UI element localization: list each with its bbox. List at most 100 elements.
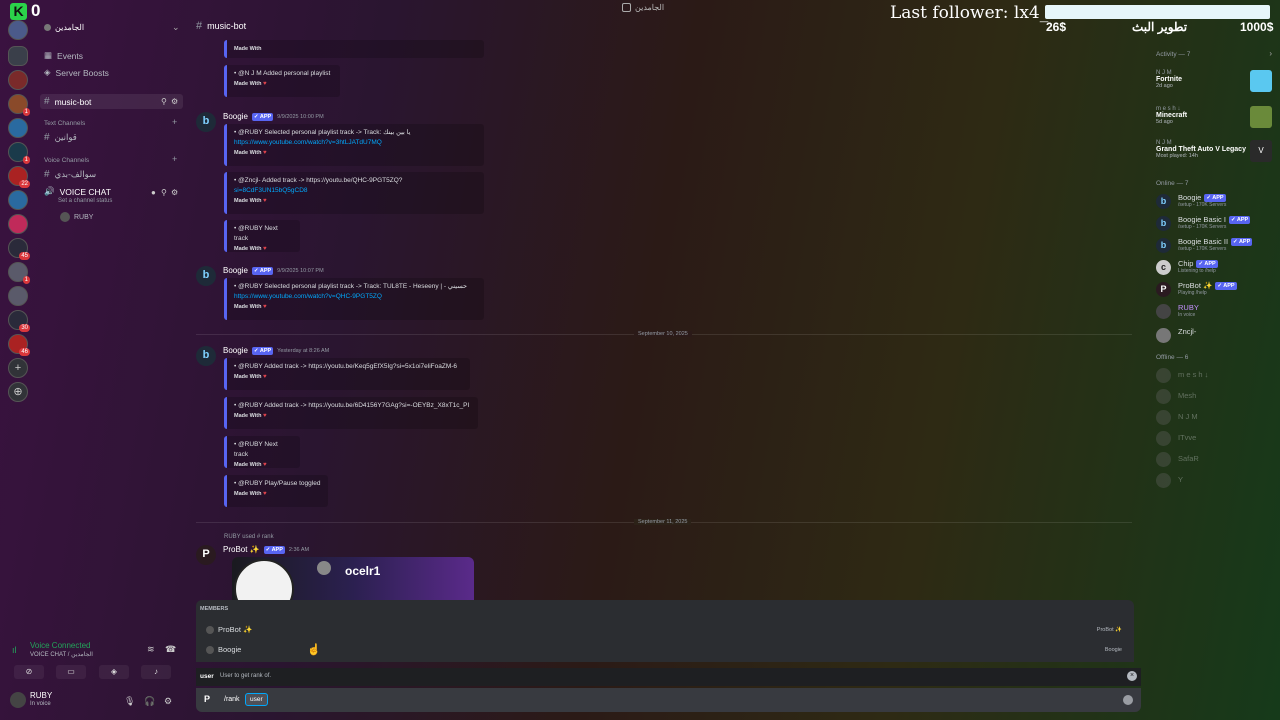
channel-status[interactable]: Set a channel status [58,198,112,204]
member-row[interactable]: b Boogie Basic II ✓ APP/setup - 170K Serve… [1156,236,1276,254]
channel-chat[interactable]: # سوالف-بدي [44,169,96,180]
server-boosts-link[interactable]: ◈ Server Boosts [44,67,109,78]
member-row[interactable]: Mesh [1156,387,1276,405]
youtube-link[interactable]: https://www.youtube.com/watch?v=QHC-9PGT… [234,292,477,302]
soundboard-button[interactable]: ♪ [141,665,171,679]
hash-icon: # [44,132,50,143]
avatar [1156,328,1171,343]
avatar-probot[interactable]: P [196,545,216,565]
member-row[interactable]: Zncjl- [1156,326,1276,344]
guild-icon [44,24,51,31]
youtube-link[interactable]: si=8CdF3UN15bQ5gCD8 [234,186,477,196]
author-name[interactable]: ProBot ✨ [223,545,260,554]
server-icon-star[interactable] [8,46,28,66]
member-row[interactable]: SafaR [1156,450,1276,468]
chat-bubble-icon[interactable]: ● [151,188,156,197]
activity-button[interactable]: ◈ [99,665,129,679]
avatar-boogie[interactable]: b [196,266,216,286]
member-row[interactable]: b Boogie ✓ APP/setup - 170K Servers [1156,192,1276,210]
server-icon[interactable] [8,190,28,210]
server-icon[interactable] [8,70,28,90]
option-chip[interactable]: user [245,693,268,706]
server-icon[interactable]: 1 [8,142,30,164]
activity-title: Activity — 7 [1156,51,1191,58]
add-channel-icon[interactable]: + [172,117,177,127]
add-server-icon[interactable]: + [8,358,28,378]
category-voice-channels[interactable]: Voice Channels [44,157,89,164]
add-channel-icon[interactable]: + [172,154,177,164]
server-icon[interactable]: 46 [8,334,30,356]
message-composer[interactable]: P /rank user [196,688,1141,712]
hash-icon: # [44,169,50,180]
voice-channel-voice-chat[interactable]: 🔊 VOICE CHAT [44,186,111,197]
activity-card[interactable]: N J M Grand Theft Auto V Legacy Most pla… [1156,140,1274,162]
user-name[interactable]: RUBY [30,691,52,700]
noise-suppression-icon[interactable]: ≋ [147,644,155,655]
author-name[interactable]: Boogie [223,346,248,355]
add-member-icon[interactable]: ⚲ [161,188,167,197]
server-icon[interactable] [8,20,28,40]
discover-icon[interactable]: ⊕ [8,382,28,402]
rank-username: ocelr1 [345,564,381,578]
member-row[interactable]: b Boogie Basic I ✓ APP/setup - 170K Server… [1156,214,1276,232]
guild-header[interactable]: الجامدين [44,23,84,32]
author-name[interactable]: Boogie [223,266,248,275]
avatar [206,625,214,634]
server-icon[interactable]: 1 [8,94,30,116]
screen-share-button[interactable]: ▭ [56,665,86,679]
autocomplete-item[interactable]: ProBot ✨ [206,625,252,634]
chat-header: # music-bot [196,20,246,32]
member-row[interactable]: c Chip ✓ APP Listening to /help [1156,258,1276,276]
small-avatar [317,561,331,575]
emoji-icon[interactable] [1123,695,1133,705]
voice-connected-label[interactable]: Voice Connected [30,641,91,650]
message-header: ProBot ✨ ✓ APP 2:36 AM [223,545,309,554]
member-row[interactable]: RUBY In voice [1156,302,1276,320]
avatar[interactable] [10,692,26,708]
member-row[interactable]: P ProBot ✨ ✓ APP Playing /help [1156,280,1276,298]
rank-card-image[interactable]: ocelr1 [232,557,474,600]
channel-rules[interactable]: # قوانين [44,132,77,143]
gear-icon[interactable]: ⚙ [164,696,172,707]
autocomplete-item-hint: ProBot ✨ [1096,627,1122,633]
headphones-icon[interactable]: 🎧 [144,696,155,707]
channel-title: music-bot [207,21,247,31]
member-autocomplete: MEMBERS ProBot ✨ ProBot ✨ Boogie Boogie [196,600,1134,662]
avatar [60,212,70,222]
avatar-boogie[interactable]: b [196,112,216,132]
events-link[interactable]: ▦ Events [44,50,83,61]
signal-icon[interactable]: ıl [12,645,17,655]
server-icon[interactable]: 30 [8,310,30,332]
add-member-icon[interactable]: ⚲ [161,97,167,106]
youtube-link[interactable]: https://www.youtube.com/watch?v=3htLJATd… [234,138,477,148]
server-icon[interactable] [8,214,28,234]
gear-icon[interactable]: ⚙ [171,97,178,106]
close-icon[interactable]: × [1127,671,1137,681]
activity-card[interactable]: N J M Fortnite 2d ago [1156,70,1274,92]
gear-icon[interactable]: ⚙ [171,188,178,197]
member-row[interactable]: Y [1156,471,1276,489]
mic-icon[interactable]: 🎙 [124,696,135,707]
server-icon[interactable]: 1 [8,262,30,284]
author-name[interactable]: Boogie [223,112,248,121]
chevron-right-icon[interactable]: › [1269,49,1272,58]
online-title: Online — 7 [1156,180,1189,187]
avatar-boogie[interactable]: b [196,346,216,366]
activity-card[interactable]: m e s h ↓ Minecraft 5d ago [1156,106,1274,128]
member-row[interactable]: m e s h ↓ [1156,366,1276,384]
voice-member[interactable]: RUBY [60,212,93,222]
embed: • @N J M Added personal playlist Made Wi… [224,65,340,97]
category-text-channels[interactable]: Text Channels [44,120,85,127]
camera-off-button[interactable]: ⊘ [14,665,44,679]
embed: • @RUBY Next track Made With ♥ [224,220,300,252]
member-row[interactable]: ITvve [1156,429,1276,447]
server-icon[interactable]: 45 [8,238,30,260]
reply-context[interactable]: RUBY used # rank [224,534,274,540]
disconnect-icon[interactable]: ☎ [165,644,176,655]
autocomplete-item[interactable]: Boogie [206,645,241,654]
chevron-down-icon[interactable]: ⌄ [172,22,180,33]
server-icon[interactable]: 22 [8,166,30,188]
server-icon[interactable] [8,286,28,306]
member-row[interactable]: N J M [1156,408,1276,426]
server-icon[interactable] [8,118,28,138]
